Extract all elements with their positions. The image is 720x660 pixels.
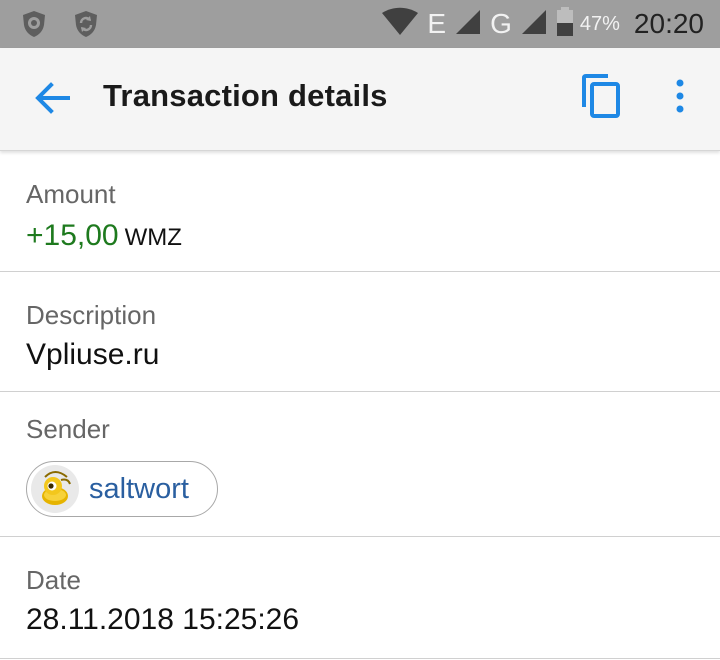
signal-icon-2 <box>520 8 548 41</box>
sync-icon <box>70 8 102 40</box>
date-section: Date 28.11.2018 15:25:26 <box>0 537 720 659</box>
amount-value: +15,00 <box>26 219 119 252</box>
copy-icon <box>579 73 621 123</box>
sender-chip[interactable]: saltwort <box>26 461 218 517</box>
more-options-button[interactable] <box>664 74 696 122</box>
description-section: Description Vpliuse.ru <box>0 272 720 392</box>
network-type-g: G <box>490 8 512 39</box>
app-bar: Transaction details <box>0 48 720 151</box>
status-bar-left <box>18 8 122 40</box>
amount-currency: WMZ <box>124 224 182 251</box>
page-title: Transaction details <box>103 78 388 113</box>
network-type-e: E <box>427 8 447 39</box>
sender-section: Sender saltwort <box>0 392 720 537</box>
signal-icon <box>454 8 482 41</box>
more-vert-icon <box>675 79 685 118</box>
date-value: 28.11.2018 15:25:26 <box>26 603 300 636</box>
battery-icon <box>556 6 574 42</box>
copy-button[interactable] <box>576 73 624 123</box>
status-bar: E G 47% 20:20 <box>0 0 720 48</box>
shield-lion-icon <box>18 8 50 40</box>
description-value: Vpliuse.ru <box>26 338 160 371</box>
battery-percent: 47% <box>579 12 620 35</box>
sender-label: Sender <box>26 414 110 444</box>
back-arrow-icon <box>34 81 70 119</box>
date-label: Date <box>26 565 81 595</box>
amount-label: Amount <box>26 179 116 209</box>
sender-name: saltwort <box>89 472 189 505</box>
webmoney-bee-icon <box>31 465 79 513</box>
amount-section: Amount +15,00 WMZ <box>0 151 720 272</box>
back-button[interactable] <box>32 80 72 120</box>
status-clock: 20:20 <box>633 8 704 39</box>
wifi-icon <box>381 7 419 42</box>
amount-value-row: +15,00 WMZ <box>26 219 182 253</box>
description-label: Description <box>26 300 157 330</box>
status-bar-right: E G 47% 20:20 <box>373 6 704 42</box>
